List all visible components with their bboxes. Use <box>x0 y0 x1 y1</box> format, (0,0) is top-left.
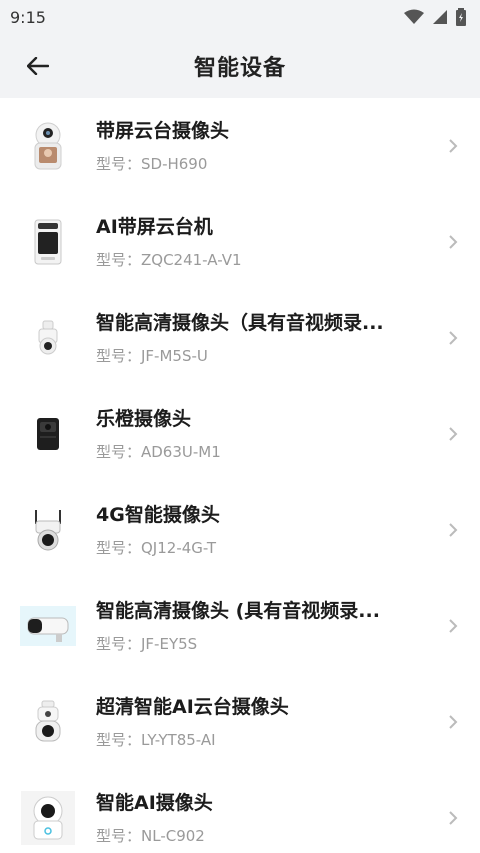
device-name: 智能AI摄像头 <box>96 792 213 814</box>
device-thumbnail <box>20 214 76 270</box>
device-name: 4G智能摄像头 <box>96 504 220 526</box>
device-thumbnail <box>20 694 76 750</box>
list-item[interactable]: 智能AI摄像头 型号：NL-C902 <box>0 770 480 853</box>
device-thumbnail <box>20 406 76 462</box>
indoor-ai-camera-icon <box>21 791 75 845</box>
device-thumbnail <box>20 790 76 846</box>
list-item[interactable]: 超清智能AI云台摄像头 型号：LY-YT85-AI <box>0 674 480 770</box>
device-thumbnail <box>20 502 76 558</box>
list-item[interactable]: AI带屏云台机 型号：ZQC241-A-V1 <box>0 194 480 290</box>
device-name: 智能高清摄像头（具有音视频录... <box>96 312 384 334</box>
device-thumbnail <box>20 118 76 174</box>
dome-camera-icon <box>38 320 58 355</box>
ptz-ai-camera-icon <box>35 700 61 742</box>
chevron-right-icon <box>449 811 458 825</box>
device-model: 型号：AD63U-M1 <box>96 443 221 461</box>
device-thumbnail <box>20 598 76 654</box>
chevron-right-icon <box>449 331 458 345</box>
battery-icon <box>456 8 466 26</box>
chevron-right-icon <box>449 427 458 441</box>
list-item[interactable]: 智能高清摄像头（具有音视频录... 型号：JF-M5S-U <box>0 290 480 386</box>
device-name: 乐橙摄像头 <box>96 408 192 430</box>
list-item[interactable]: 智能高清摄像头 (具有音视频录... 型号：JF-EY5S <box>0 578 480 674</box>
back-button[interactable] <box>18 46 58 86</box>
device-model: 型号：SD-H690 <box>96 155 208 173</box>
list-item[interactable]: 带屏云台摄像头 型号：SD-H690 <box>0 98 480 194</box>
status-icons <box>404 8 466 26</box>
page-title: 智能设备 <box>193 56 286 81</box>
device-thumbnail <box>20 310 76 366</box>
device-model: 型号：NL-C902 <box>96 827 205 845</box>
bullet-camera-icon <box>20 606 76 646</box>
outdoor-4g-camera-icon <box>35 510 61 551</box>
device-model: 型号：QJ12-4G-T <box>96 539 217 557</box>
device-model: 型号：JF-EY5S <box>96 635 198 653</box>
device-name: 智能高清摄像头 (具有音视频录... <box>96 600 380 622</box>
arrow-left-icon <box>27 57 49 75</box>
chevron-right-icon <box>449 139 458 153</box>
list-item[interactable]: 乐橙摄像头 型号：AD63U-M1 <box>0 386 480 482</box>
chevron-right-icon <box>449 715 458 729</box>
chevron-right-icon <box>449 523 458 537</box>
wifi-icon <box>404 9 424 24</box>
device-name: 带屏云台摄像头 <box>96 120 230 142</box>
ai-screen-ptz-icon <box>34 219 62 265</box>
device-model: 型号：JF-M5S-U <box>96 347 208 365</box>
device-name: 超清智能AI云台摄像头 <box>96 696 289 718</box>
device-list: 带屏云台摄像头 型号：SD-H690 AI带屏云台机 型号：ZQC241-A-V… <box>0 98 480 853</box>
device-model: 型号：LY-YT85-AI <box>96 731 216 749</box>
list-item[interactable]: 4G智能摄像头 型号：QJ12-4G-T <box>0 482 480 578</box>
chevron-right-icon <box>449 235 458 249</box>
box-camera-icon <box>37 418 59 450</box>
device-name: AI带屏云台机 <box>96 216 213 238</box>
chevron-right-icon <box>449 619 458 633</box>
signal-icon <box>433 10 447 24</box>
status-time: 9:15 <box>10 7 46 27</box>
status-bar: 9:15 <box>0 0 480 34</box>
app-header: 智能设备 <box>0 34 480 98</box>
device-model: 型号：ZQC241-A-V1 <box>96 251 242 269</box>
screen-ptz-camera-icon <box>34 122 62 170</box>
